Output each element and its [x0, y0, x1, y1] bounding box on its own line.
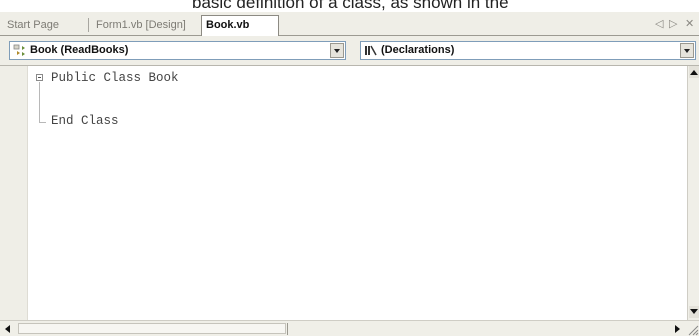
tab-start-page[interactable]: Start Page [3, 16, 63, 36]
arrow-down-icon[interactable] [689, 306, 699, 318]
outline-end-marker [39, 122, 46, 123]
arrow-up-icon[interactable] [689, 66, 699, 78]
class-name-combo[interactable]: Book (ReadBooks) [9, 41, 346, 60]
scroll-tabs-left-icon[interactable]: ◁ [655, 17, 663, 31]
arrow-right-icon[interactable] [670, 322, 684, 335]
outline-guide [39, 82, 40, 122]
code-line[interactable]: End Class [51, 113, 119, 129]
editor-margin [0, 66, 28, 320]
tab-separator [88, 18, 89, 32]
chevron-down-icon[interactable] [330, 43, 344, 58]
method-name-value: (Declarations) [381, 44, 455, 56]
class-name-value: Book (ReadBooks) [30, 44, 129, 56]
close-tab-icon[interactable]: ✕ [685, 17, 694, 31]
navigation-bar: Book (ReadBooks) (Declarations) [0, 36, 699, 66]
tab-book-vb[interactable]: Book.vb [201, 15, 279, 37]
document-tab-bar: Start Page Form1.vb [Design] Book.vb ◁ ▷… [0, 12, 699, 37]
class-icon [13, 44, 25, 56]
tab-form1-design[interactable]: Form1.vb [Design] [92, 16, 190, 36]
minus-box-icon[interactable] [36, 74, 43, 81]
code-editor[interactable]: Public Class Book End Class [0, 66, 687, 320]
arrow-left-icon[interactable] [1, 322, 15, 335]
method-name-combo[interactable]: (Declarations) [360, 41, 696, 60]
scroll-thumb[interactable] [18, 323, 286, 334]
declarations-icon [365, 45, 377, 56]
resize-grip-icon[interactable] [687, 324, 699, 336]
code-line[interactable]: Public Class Book [51, 70, 179, 86]
chevron-down-icon[interactable] [680, 43, 694, 58]
scroll-tabs-right-icon[interactable]: ▷ [669, 17, 677, 31]
vertical-scrollbar[interactable] [687, 66, 699, 320]
caption-text: basic definition of a class, as shown in… [192, 0, 509, 12]
horizontal-scrollbar[interactable] [0, 320, 699, 336]
split-handle[interactable] [287, 323, 288, 335]
